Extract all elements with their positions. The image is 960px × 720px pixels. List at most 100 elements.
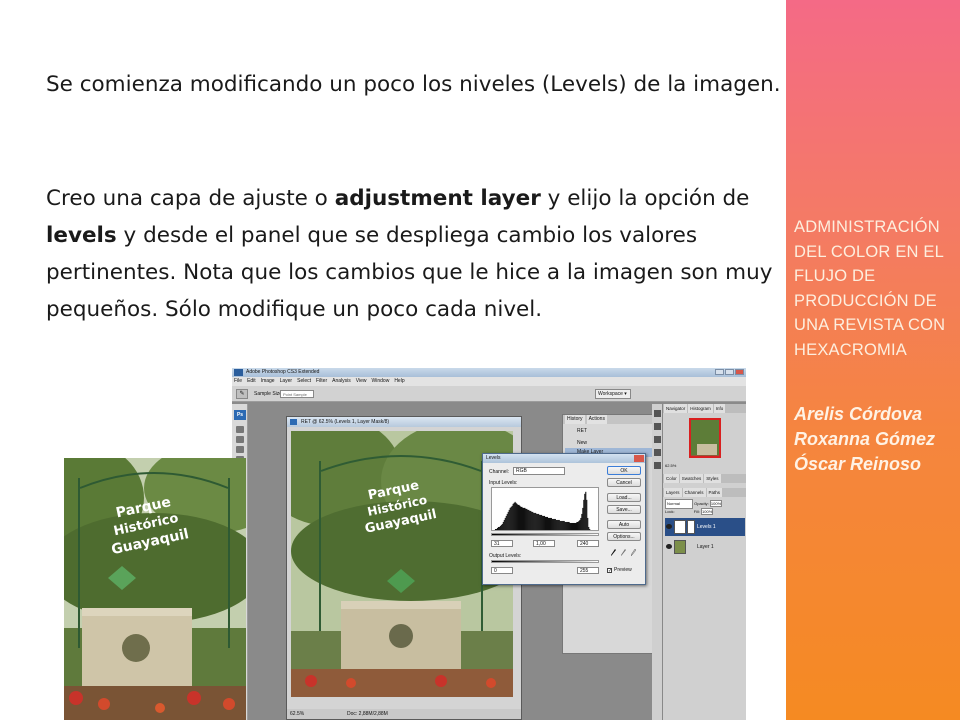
histogram-bar <box>585 491 587 530</box>
histogram-bar <box>542 515 544 530</box>
input-black-field[interactable]: 31 <box>491 540 513 547</box>
instructions-paragraph: Creo una capa de ajuste o adjustment lay… <box>46 180 786 328</box>
histogram-bar <box>531 511 533 530</box>
tab-paths[interactable]: Paths <box>706 488 723 497</box>
output-white-field[interactable]: 255 <box>577 567 599 574</box>
marquee-tool-icon[interactable] <box>236 436 244 443</box>
document-size-info[interactable]: Doc: 2,88M/2,88M <box>347 709 388 719</box>
photoshop-logo-icon <box>234 369 243 376</box>
channel-select[interactable]: RGB <box>513 467 565 475</box>
levels-dialog: Levels Channel: RGB Input Levels: 31 1,0… <box>482 453 646 585</box>
tab-layers[interactable]: Layers <box>664 488 682 497</box>
close-icon[interactable] <box>634 455 644 462</box>
output-black-field[interactable]: 0 <box>491 567 513 574</box>
histogram-bar <box>540 514 542 530</box>
toolbox-logo: Ps <box>234 410 246 420</box>
black-eyedropper-icon[interactable] <box>611 549 616 556</box>
document-canvas[interactable]: Parque Histórico Guayaquil <box>291 431 513 697</box>
histogram-bar <box>577 521 579 530</box>
fill-label: Fill: <box>693 509 700 514</box>
options-button[interactable]: Options... <box>607 532 641 541</box>
navigator-zoom-row[interactable]: 62.5% <box>665 462 745 469</box>
move-tool-icon[interactable] <box>236 426 244 433</box>
visibility-eye-icon[interactable] <box>666 524 672 529</box>
layer-name: Layer 1 <box>697 544 714 550</box>
histogram-bar <box>584 493 586 530</box>
menu-image[interactable]: Image <box>261 377 275 386</box>
histogram-bar <box>537 513 539 530</box>
tab-histogram[interactable]: Histogram <box>688 404 713 413</box>
menu-analysis[interactable]: Analysis <box>332 377 351 386</box>
panel-icon-strip <box>652 404 662 720</box>
lasso-tool-icon[interactable] <box>236 446 244 453</box>
menu-layer[interactable]: Layer <box>280 377 293 386</box>
layer-name: Levels 1 <box>697 524 716 530</box>
histogram-bar <box>546 516 549 530</box>
navigator-thumbnail[interactable] <box>689 418 721 458</box>
fill-field[interactable]: 100% <box>701 508 714 515</box>
histogram-bar <box>513 502 515 530</box>
layer-row-image[interactable]: Layer 1 <box>665 538 745 556</box>
visibility-eye-icon[interactable] <box>666 544 672 549</box>
workspace-button[interactable]: Workspace ▾ <box>595 389 631 399</box>
menu-window[interactable]: Window <box>372 377 390 386</box>
panel-dock-icon[interactable] <box>653 462 661 469</box>
input-levels-slider[interactable] <box>491 533 599 536</box>
sample-size-select[interactable]: Point Sample <box>280 390 314 398</box>
tab-navigator[interactable]: Navigator <box>664 404 688 413</box>
opacity-field[interactable]: 100% <box>709 500 723 507</box>
layer-row-levels[interactable]: Levels 1 <box>665 518 745 536</box>
histogram-bar <box>550 517 552 530</box>
tab-history[interactable]: History <box>565 415 585 424</box>
load-button[interactable]: Load... <box>607 493 641 502</box>
panel-dock-icon[interactable] <box>653 423 661 430</box>
tab-info[interactable]: Info <box>713 404 726 413</box>
histogram-bar <box>503 519 505 530</box>
title-line: DEL COLOR EN EL <box>794 242 945 261</box>
menu-help[interactable]: Help <box>394 377 404 386</box>
histogram-bar <box>581 513 583 530</box>
instructions-text-2: y elijo la opción de <box>540 186 750 211</box>
white-eyedropper-icon[interactable] <box>631 549 636 556</box>
menu-edit[interactable]: Edit <box>247 377 256 386</box>
output-levels-slider[interactable] <box>491 560 599 563</box>
tab-channels[interactable]: Channels <box>682 488 706 497</box>
menu-select[interactable]: Select <box>297 377 311 386</box>
histogram-bar <box>563 520 565 530</box>
panel-dock-icon[interactable] <box>653 436 661 443</box>
tab-color[interactable]: Color <box>664 474 679 483</box>
tab-actions[interactable]: Actions <box>586 415 607 424</box>
park-photograph: Parque Histórico Guayaquil <box>64 458 246 720</box>
histogram-bar <box>521 506 523 530</box>
auto-button[interactable]: Auto <box>607 520 641 529</box>
histogram-bar <box>505 515 507 530</box>
input-white-field[interactable]: 240 <box>577 540 599 547</box>
close-icon[interactable] <box>735 369 744 375</box>
histogram-bar <box>570 522 572 530</box>
histogram-bar <box>582 507 584 530</box>
eyedropper-tool-icon[interactable]: ✎ <box>236 389 248 399</box>
menu-filter[interactable]: Filter <box>316 377 327 386</box>
panel-dock-icon[interactable] <box>653 410 661 417</box>
gray-eyedropper-icon[interactable] <box>621 549 626 556</box>
menu-view[interactable]: View <box>356 377 367 386</box>
histogram-bar <box>504 517 506 530</box>
zoom-level[interactable]: 62.5% <box>290 711 304 717</box>
histogram-bar <box>580 517 582 530</box>
input-gamma-field[interactable]: 1,00 <box>533 540 555 547</box>
histogram-bar <box>538 513 540 530</box>
tab-styles[interactable]: Styles <box>704 474 721 483</box>
preview-checkbox[interactable]: ✓ <box>607 567 612 573</box>
preview-toggle[interactable]: ✓ Preview <box>607 567 632 573</box>
panel-dock-icon[interactable] <box>653 449 661 456</box>
tab-swatches[interactable]: Swatches <box>679 474 704 483</box>
ok-button[interactable]: OK <box>607 466 641 475</box>
navigator-zoom-value[interactable]: 62.5% <box>665 463 676 468</box>
maximize-icon[interactable] <box>725 369 734 375</box>
save-button[interactable]: Save... <box>607 505 641 514</box>
minimize-icon[interactable] <box>715 369 724 375</box>
histogram-bar <box>499 525 501 530</box>
histogram-bar <box>564 521 566 530</box>
menu-file[interactable]: File <box>234 377 242 386</box>
cancel-button[interactable]: Cancel <box>607 478 641 487</box>
